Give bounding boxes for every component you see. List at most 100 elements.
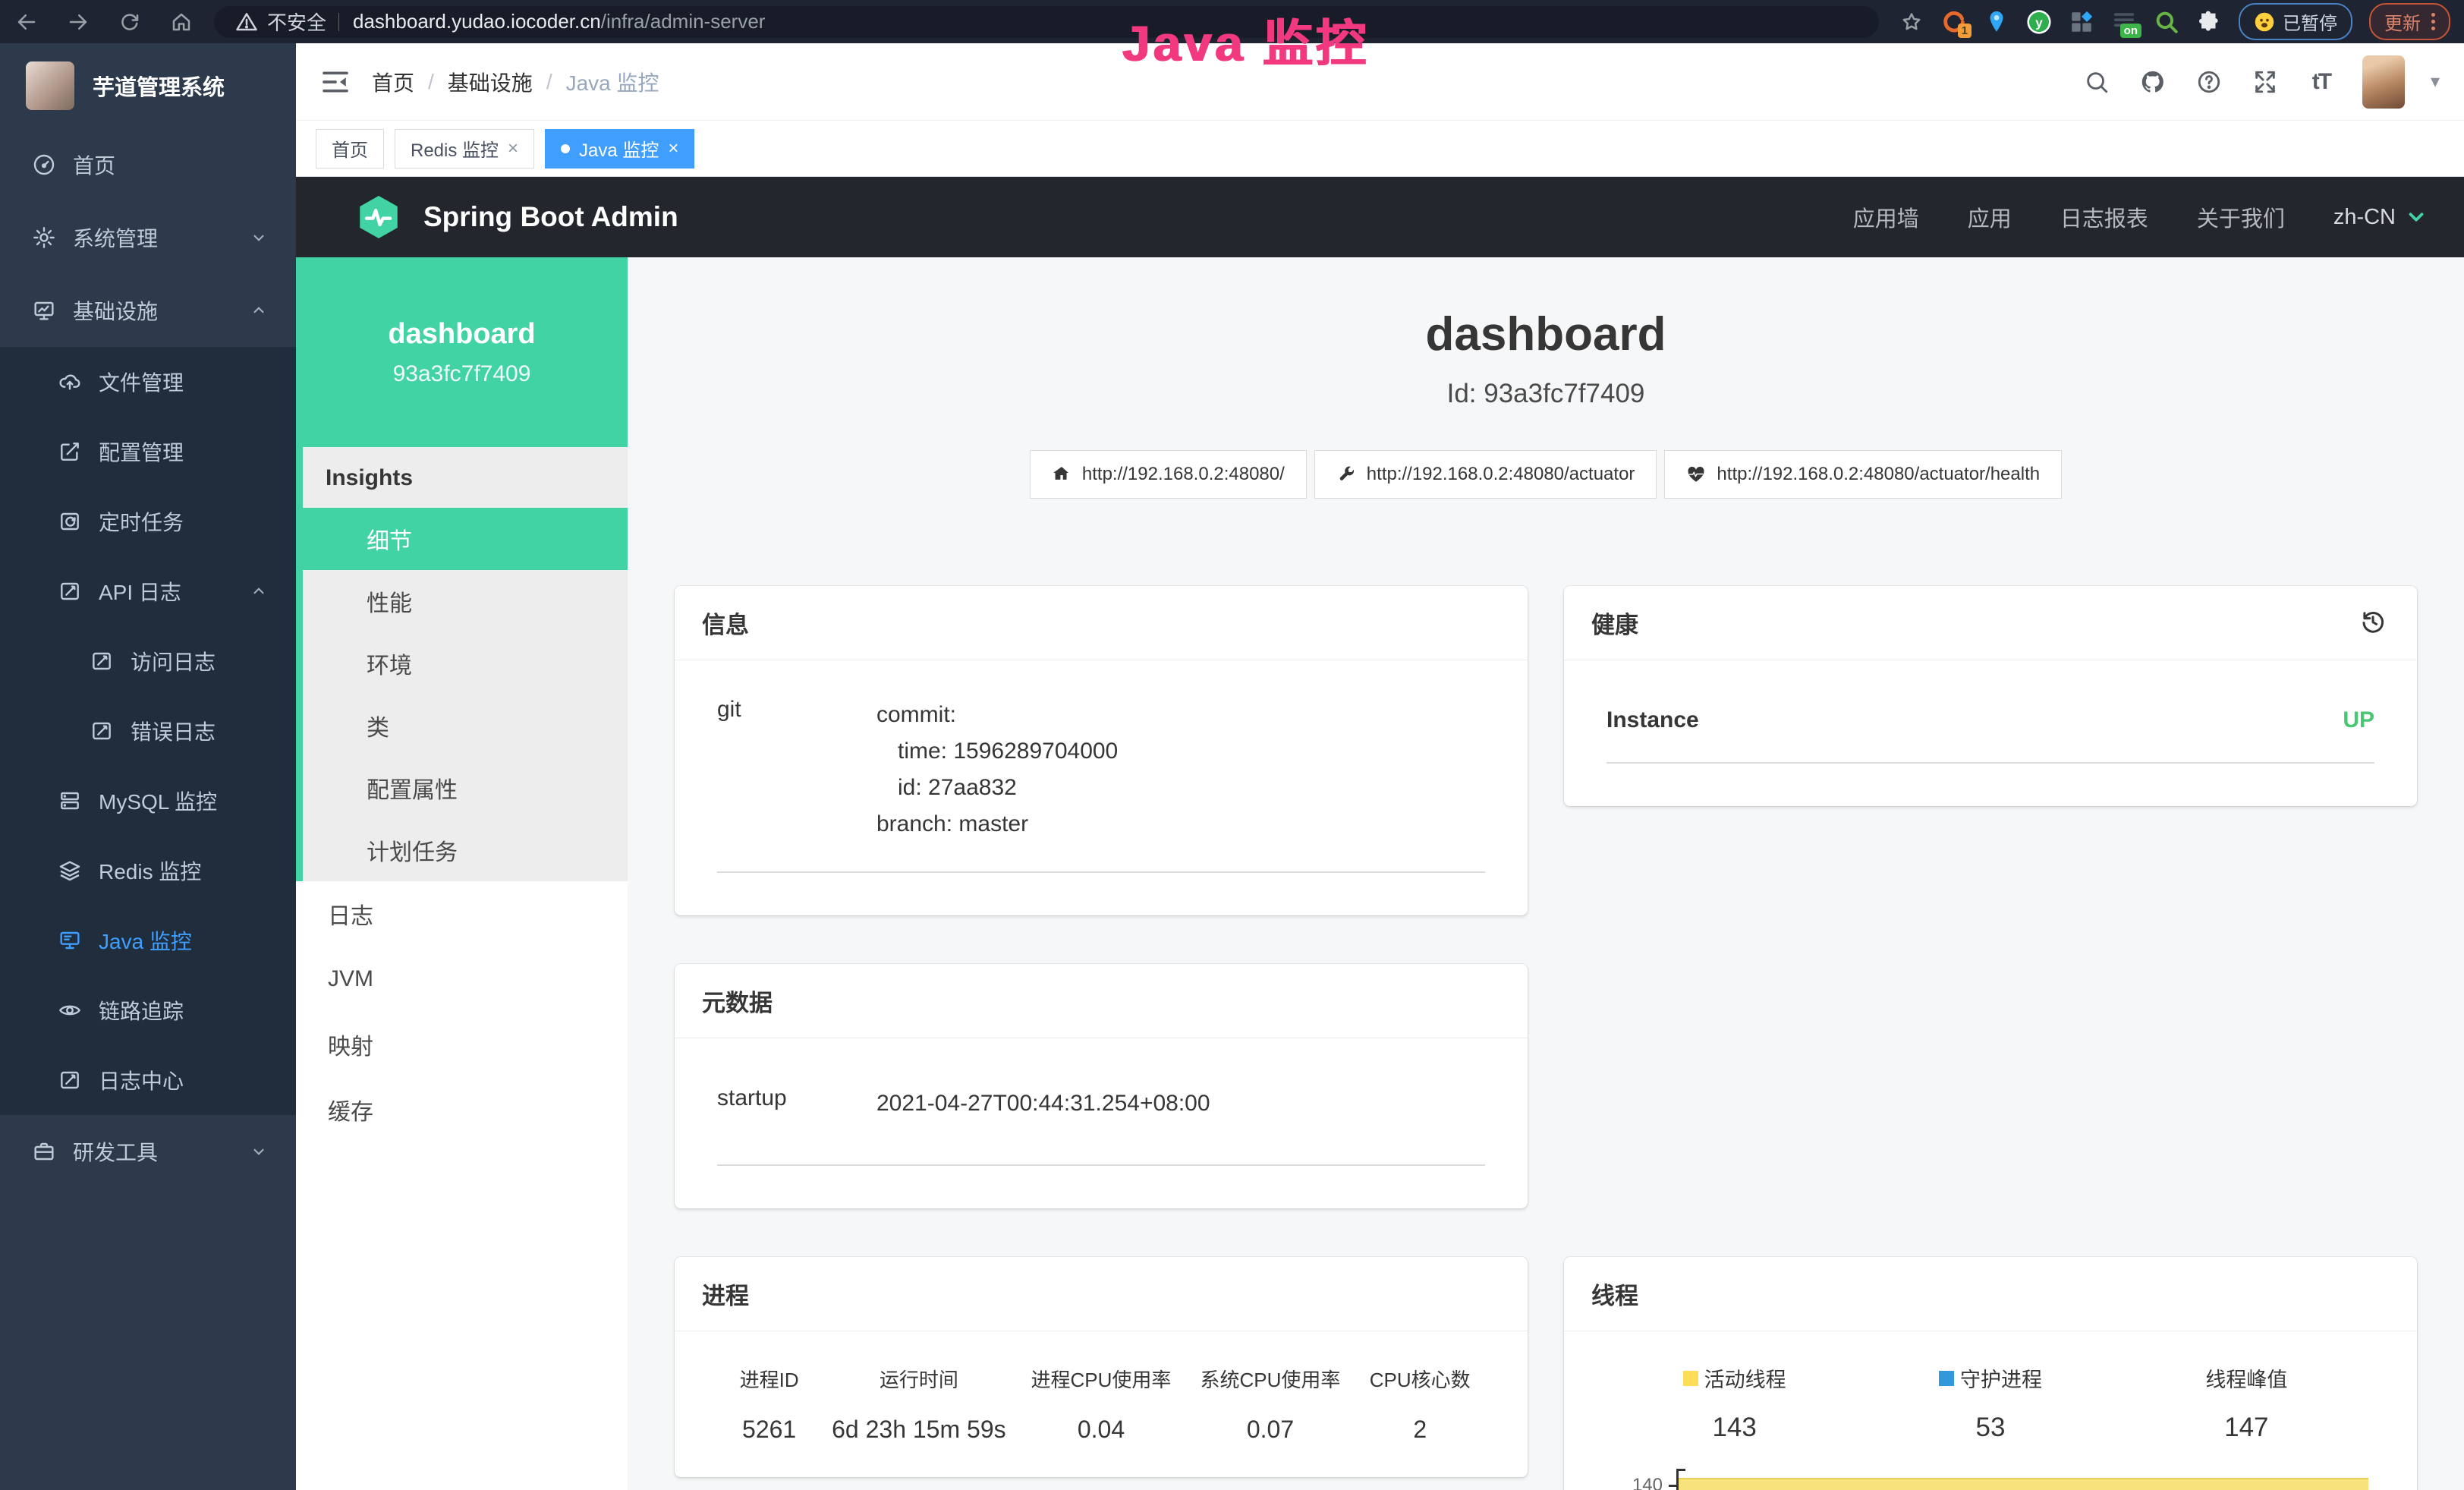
sba-nav-applications[interactable]: 应用: [1968, 201, 2012, 233]
app-logo[interactable]: 芋道管理系统: [0, 43, 296, 128]
user-menu-caret-icon[interactable]: ▾: [2431, 71, 2440, 93]
sba-item-scheduled-tasks[interactable]: 计划任务: [303, 819, 628, 881]
log-edit-icon: [58, 579, 82, 603]
actuator-url-button[interactable]: http://192.168.0.2:48080/actuator: [1314, 450, 1657, 499]
sidebar-item-home[interactable]: 首页: [0, 128, 296, 201]
browser-home-icon[interactable]: [168, 9, 194, 35]
user-avatar[interactable]: [2362, 55, 2405, 109]
instance-links: http://192.168.0.2:48080/ http://192.168…: [675, 450, 2417, 499]
close-icon[interactable]: ×: [508, 138, 518, 159]
app-title: 芋道管理系统: [93, 70, 225, 102]
fullscreen-icon[interactable]: [2250, 67, 2280, 97]
daemon-threads-value: 53: [1862, 1413, 2118, 1443]
breadcrumb-infrastructure[interactable]: 基础设施: [448, 67, 533, 97]
sba-item-metrics[interactable]: 性能: [303, 570, 628, 632]
sidebar-item-dev-tools[interactable]: 研发工具: [0, 1115, 296, 1188]
sba-nav-wallboard[interactable]: 应用墙: [1853, 201, 1919, 233]
sba-item-config-props[interactable]: 配置属性: [303, 757, 628, 819]
breadcrumb-home[interactable]: 首页: [372, 67, 414, 97]
extension-green-circle-icon[interactable]: y: [2026, 9, 2052, 35]
sidebar-item-java-monitor[interactable]: Java 监控: [0, 906, 296, 975]
tab-redis-monitor[interactable]: Redis 监控 ×: [395, 129, 534, 169]
sidebar-item-error-logs[interactable]: 错误日志: [0, 696, 296, 766]
health-url-button[interactable]: http://192.168.0.2:48080/actuator/health: [1664, 450, 2062, 499]
sba-locale-selector[interactable]: zh-CN: [2333, 205, 2428, 230]
profile-paused-pill[interactable]: 已暂停: [2239, 3, 2352, 40]
sidebar-item-file-management[interactable]: 文件管理: [0, 347, 296, 417]
sidebar-item-log-center[interactable]: 日志中心: [0, 1045, 296, 1115]
tab-java-monitor[interactable]: Java 监控 ×: [545, 129, 694, 169]
extension-list-icon[interactable]: on: [2111, 9, 2137, 35]
sidebar-item-api-logs[interactable]: API 日志: [0, 556, 296, 626]
app-logo-image: [26, 61, 74, 110]
health-card: 健康 Instance UP: [1564, 586, 2417, 806]
chevron-down-icon: [249, 1142, 269, 1161]
browser-update-button[interactable]: 更新: [2369, 3, 2450, 40]
sidebar-collapse-icon[interactable]: [320, 67, 351, 97]
sidebar-item-access-logs[interactable]: 访问日志: [0, 626, 296, 696]
help-icon[interactable]: [2194, 67, 2224, 97]
extension-magnifier-icon[interactable]: [2154, 9, 2179, 35]
browser-toolbar-right: 1 y on 已暂停: [1899, 3, 2450, 40]
sba-nav-journal[interactable]: 日志报表: [2060, 201, 2148, 233]
sba-brand-title[interactable]: Spring Boot Admin: [423, 201, 678, 233]
screen: 不安全 dashboard.yudao.iocoder.cn/infra/adm…: [0, 0, 2464, 1490]
service-url-button[interactable]: http://192.168.0.2:48080/: [1030, 450, 1307, 499]
browser-forward-icon[interactable]: [65, 9, 91, 35]
sba-nav-links: 应用墙 应用 日志报表 关于我们 zh-CN: [1853, 201, 2428, 233]
font-size-icon[interactable]: tT: [2306, 67, 2337, 97]
sba-item-logs[interactable]: 日志: [296, 881, 628, 947]
sidebar-item-system-management[interactable]: 系统管理: [0, 201, 296, 274]
insights-group-label: Insights: [303, 447, 628, 508]
metadata-card-title: 元数据: [702, 984, 773, 1018]
log-edit-icon: [90, 649, 114, 673]
admin-header: 首页 / 基础设施 / Java 监控: [296, 43, 2464, 121]
breadcrumb: 首页 / 基础设施 / Java 监控: [372, 67, 659, 97]
sba-nav-about[interactable]: 关于我们: [2197, 201, 2285, 233]
process-uptime: 6d 23h 15m 59s: [821, 1416, 1016, 1444]
search-icon[interactable]: [2082, 67, 2112, 97]
spring-boot-admin-frame: Spring Boot Admin 应用墙 应用 日志报表 关于我们 zh-CN: [296, 177, 2464, 1490]
browser-back-icon[interactable]: [14, 9, 39, 35]
sidebar-item-trace[interactable]: 链路追踪: [0, 975, 296, 1045]
sba-item-classes[interactable]: 类: [303, 695, 628, 757]
sidebar-item-infrastructure[interactable]: 基础设施: [0, 274, 296, 347]
extensions-puzzle-icon[interactable]: [2196, 9, 2222, 35]
extension-orange-icon[interactable]: 1: [1941, 9, 1967, 35]
browser-menu-icon[interactable]: [2431, 13, 2435, 30]
sba-item-mappings[interactable]: 映射: [296, 1012, 628, 1077]
live-threads-swatch: [1683, 1371, 1698, 1386]
close-icon[interactable]: ×: [668, 138, 678, 159]
instance-id: 93a3fc7f7409: [393, 361, 531, 387]
sidebar-item-config-management[interactable]: 配置管理: [0, 417, 296, 487]
daemon-threads-swatch: [1939, 1371, 1954, 1386]
tab-home[interactable]: 首页: [316, 129, 384, 169]
url-path: /infra/admin-server: [601, 10, 766, 33]
sidebar-item-redis-monitor[interactable]: Redis 监控: [0, 836, 296, 906]
extension-pin-icon[interactable]: [1984, 9, 2009, 35]
sidebar-item-mysql-monitor[interactable]: MySQL 监控: [0, 766, 296, 836]
browser-refresh-icon[interactable]: [117, 9, 143, 35]
breadcrumb-current: Java 监控: [566, 67, 659, 97]
browser-address-bar[interactable]: 不安全 dashboard.yudao.iocoder.cn/infra/adm…: [214, 6, 1879, 38]
sba-item-caches[interactable]: 缓存: [296, 1077, 628, 1142]
url-text: dashboard.yudao.iocoder.cn/infra/admin-s…: [353, 10, 765, 33]
history-icon[interactable]: [2359, 608, 2390, 638]
admin-sidebar: 芋道管理系统 首页 系统管理 基础设施: [0, 43, 296, 1490]
bookmark-star-icon[interactable]: [1899, 9, 1924, 35]
extension-grid-icon[interactable]: [2069, 9, 2094, 35]
sidebar-item-scheduled-jobs[interactable]: 定时任务: [0, 487, 296, 556]
sba-item-details[interactable]: 细节: [296, 508, 628, 570]
sba-item-jvm[interactable]: JVM: [296, 947, 628, 1012]
sba-item-environment[interactable]: 环境: [303, 632, 628, 695]
svg-text:y: y: [2035, 15, 2043, 30]
github-icon[interactable]: [2138, 67, 2168, 97]
url-host: dashboard.yudao.iocoder.cn: [353, 10, 601, 33]
instance-name: dashboard: [388, 318, 535, 351]
process-pid: 5261: [717, 1416, 821, 1444]
page-title: dashboard: [675, 306, 2417, 364]
extension-on-badge: on: [2120, 24, 2141, 38]
threads-card: 线程 活动线程 守护进程 线程峰值 143 53 14: [1564, 1257, 2417, 1490]
peak-threads-value: 147: [2119, 1413, 2374, 1443]
startup-row: startup 2021-04-27T00:44:31.254+08:00: [717, 1085, 1485, 1122]
